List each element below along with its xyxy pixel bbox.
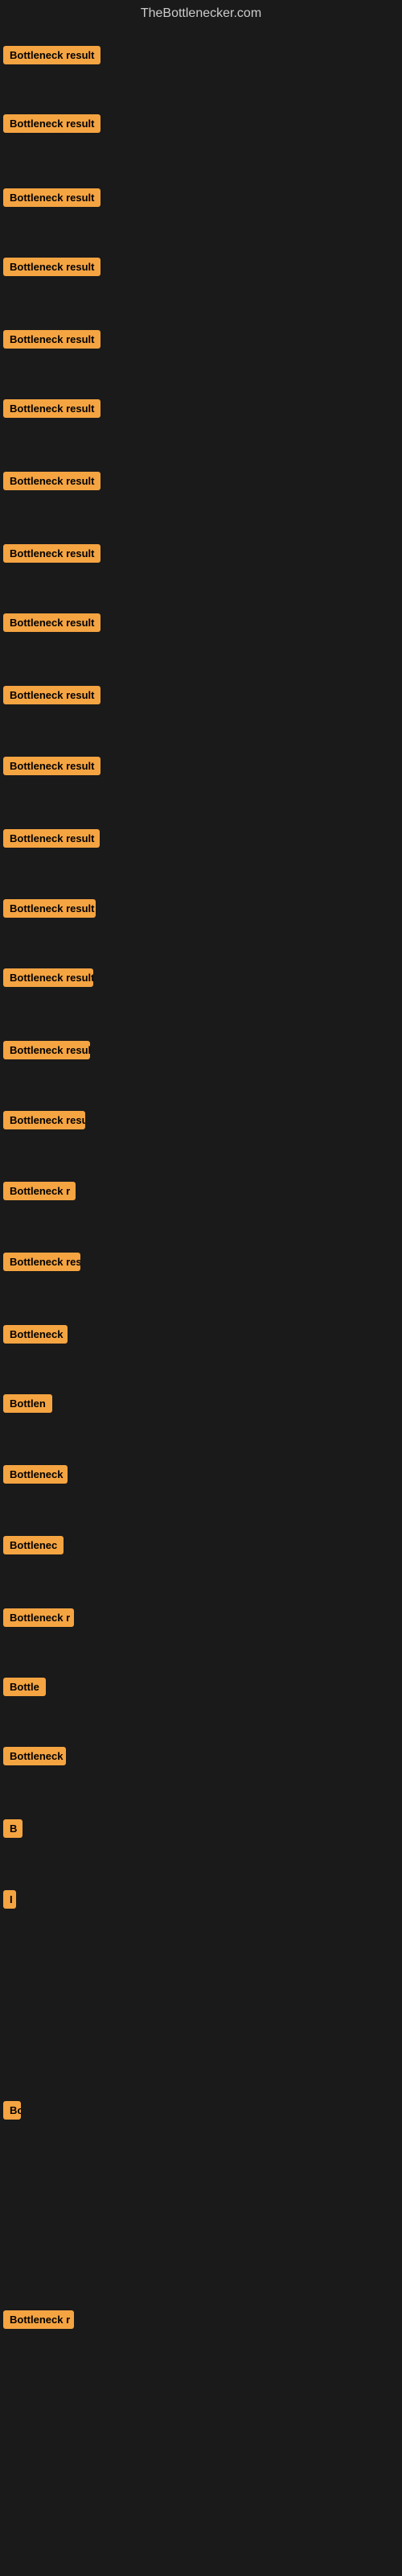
bottleneck-item-17: Bottleneck r (3, 1182, 76, 1204)
bottleneck-item-24: Bottle (3, 1678, 46, 1700)
bottleneck-item-25: Bottleneck (3, 1747, 66, 1769)
bottleneck-badge-2[interactable]: Bottleneck result (3, 114, 100, 133)
bottleneck-item-18: Bottleneck res (3, 1253, 80, 1275)
bottleneck-item-26: B (3, 1819, 23, 1842)
bottleneck-badge-3[interactable]: Bottleneck result (3, 188, 100, 207)
site-header: TheBottlenecker.com (0, 0, 402, 27)
bottleneck-badge-12[interactable]: Bottleneck result (3, 829, 100, 848)
bottleneck-badge-4[interactable]: Bottleneck result (3, 258, 100, 276)
bottleneck-item-2: Bottleneck result (3, 114, 100, 137)
bottleneck-badge-25[interactable]: Bottleneck (3, 1747, 66, 1765)
bottleneck-item-23: Bottleneck r (3, 1608, 74, 1631)
bottleneck-badge-1[interactable]: Bottleneck result (3, 46, 100, 64)
bottleneck-item-11: Bottleneck result (3, 757, 100, 779)
bottleneck-badge-19[interactable]: Bottleneck (3, 1325, 68, 1344)
bottleneck-badge-28[interactable]: Bo (3, 2101, 21, 2120)
bottleneck-item-8: Bottleneck result (3, 544, 100, 567)
bottleneck-item-1: Bottleneck result (3, 46, 100, 68)
bottleneck-badge-14[interactable]: Bottleneck result (3, 968, 93, 987)
bottleneck-badge-16[interactable]: Bottleneck resul (3, 1111, 85, 1129)
bottleneck-item-21: Bottleneck (3, 1465, 68, 1488)
bottleneck-item-16: Bottleneck resul (3, 1111, 85, 1133)
bottleneck-item-19: Bottleneck (3, 1325, 68, 1348)
bottleneck-badge-27[interactable]: I (3, 1890, 16, 1909)
bottleneck-badge-6[interactable]: Bottleneck result (3, 399, 100, 418)
bottleneck-item-6: Bottleneck result (3, 399, 100, 422)
bottleneck-item-5: Bottleneck result (3, 330, 100, 353)
bottleneck-badge-29[interactable]: Bottleneck r (3, 2310, 74, 2329)
bottleneck-item-13: Bottleneck result (3, 899, 96, 922)
bottleneck-item-15: Bottleneck result (3, 1041, 90, 1063)
bottleneck-badge-8[interactable]: Bottleneck result (3, 544, 100, 563)
bottleneck-item-7: Bottleneck result (3, 472, 100, 494)
bottleneck-badge-11[interactable]: Bottleneck result (3, 757, 100, 775)
bottleneck-badge-9[interactable]: Bottleneck result (3, 613, 100, 632)
bottleneck-badge-13[interactable]: Bottleneck result (3, 899, 96, 918)
bottleneck-item-14: Bottleneck result (3, 968, 93, 991)
bottleneck-badge-5[interactable]: Bottleneck result (3, 330, 100, 349)
bottleneck-item-29: Bottleneck r (3, 2310, 74, 2333)
bottleneck-badge-26[interactable]: B (3, 1819, 23, 1838)
bottleneck-badge-17[interactable]: Bottleneck r (3, 1182, 76, 1200)
bottleneck-badge-15[interactable]: Bottleneck result (3, 1041, 90, 1059)
bottleneck-item-9: Bottleneck result (3, 613, 100, 636)
bottleneck-badge-22[interactable]: Bottlenec (3, 1536, 64, 1554)
bottleneck-item-20: Bottlen (3, 1394, 52, 1417)
bottleneck-item-3: Bottleneck result (3, 188, 100, 211)
bottleneck-item-10: Bottleneck result (3, 686, 100, 708)
bottleneck-item-12: Bottleneck result (3, 829, 100, 852)
bottleneck-badge-10[interactable]: Bottleneck result (3, 686, 100, 704)
bottleneck-badge-24[interactable]: Bottle (3, 1678, 46, 1696)
bottleneck-badge-20[interactable]: Bottlen (3, 1394, 52, 1413)
bottleneck-badge-23[interactable]: Bottleneck r (3, 1608, 74, 1627)
bottleneck-item-27: I (3, 1890, 16, 1913)
bottleneck-badge-18[interactable]: Bottleneck res (3, 1253, 80, 1271)
bottleneck-item-28: Bo (3, 2101, 21, 2124)
bottleneck-item-22: Bottlenec (3, 1536, 64, 1558)
bottleneck-badge-21[interactable]: Bottleneck (3, 1465, 68, 1484)
bottleneck-item-4: Bottleneck result (3, 258, 100, 280)
bottleneck-badge-7[interactable]: Bottleneck result (3, 472, 100, 490)
site-title: TheBottlenecker.com (0, 0, 402, 27)
